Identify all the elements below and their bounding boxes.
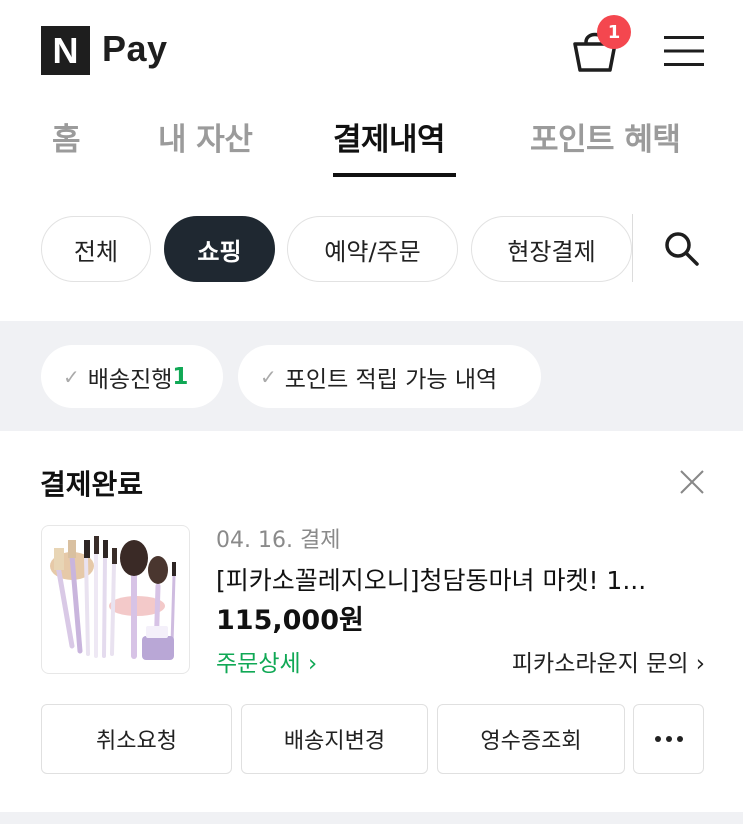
- change-address-button[interactable]: 배송지변경: [241, 704, 428, 774]
- shipping-label: 배송진행: [87, 366, 173, 393]
- cart-badge: 1: [597, 15, 631, 49]
- check-icon: ✓: [63, 364, 80, 389]
- close-icon[interactable]: [678, 468, 706, 496]
- filter-divider: [632, 214, 633, 282]
- logo-letter: N: [52, 29, 79, 71]
- payment-date: 04. 16. 결제: [216, 528, 341, 553]
- product-price: 115,000원: [216, 605, 364, 636]
- filter-onsite-payment[interactable]: 현장결제: [471, 216, 632, 282]
- tab-point-benefits[interactable]: 포인트 혜택: [530, 114, 681, 159]
- brush-set-image: [50, 536, 176, 660]
- search-icon[interactable]: [661, 228, 701, 268]
- order-status-title: 결제완료: [40, 468, 144, 501]
- cancel-request-button[interactable]: 취소요청: [41, 704, 232, 774]
- naver-logo[interactable]: N: [41, 26, 90, 75]
- shipping-count: 1: [172, 363, 189, 390]
- filter-reservation-order[interactable]: 예약/주문: [287, 216, 458, 282]
- receipt-lookup-button[interactable]: 영수증조회: [437, 704, 625, 774]
- order-detail-link[interactable]: 주문상세 ›: [216, 644, 317, 678]
- logo-text: Pay: [102, 28, 168, 69]
- hamburger-menu-icon[interactable]: [664, 34, 704, 68]
- tab-home[interactable]: 홈: [52, 114, 81, 159]
- shipping-in-progress-filter[interactable]: ✓ 배송진행 1: [41, 345, 223, 408]
- check-icon: ✓: [260, 364, 277, 389]
- more-options-button[interactable]: [633, 704, 704, 774]
- filter-all[interactable]: 전체: [41, 216, 151, 282]
- tab-payment-history[interactable]: 결제내역: [333, 114, 446, 159]
- product-name[interactable]: [피카소꼴레지오니]청담동마녀 마켓! 1...: [216, 561, 646, 597]
- tab-my-assets[interactable]: 내 자산: [158, 114, 253, 159]
- more-dots-icon: [654, 736, 683, 742]
- product-thumbnail[interactable]: [41, 525, 190, 674]
- active-tab-indicator: [333, 173, 456, 177]
- point-eligible-filter[interactable]: ✓ 포인트 적립 가능 내역: [238, 345, 541, 408]
- bottom-divider: [0, 812, 743, 824]
- filter-shopping[interactable]: 쇼핑: [164, 216, 275, 282]
- seller-inquiry-link[interactable]: 피카소라운지 문의 ›: [512, 644, 705, 678]
- points-label: 포인트 적립 가능 내역: [284, 366, 498, 393]
